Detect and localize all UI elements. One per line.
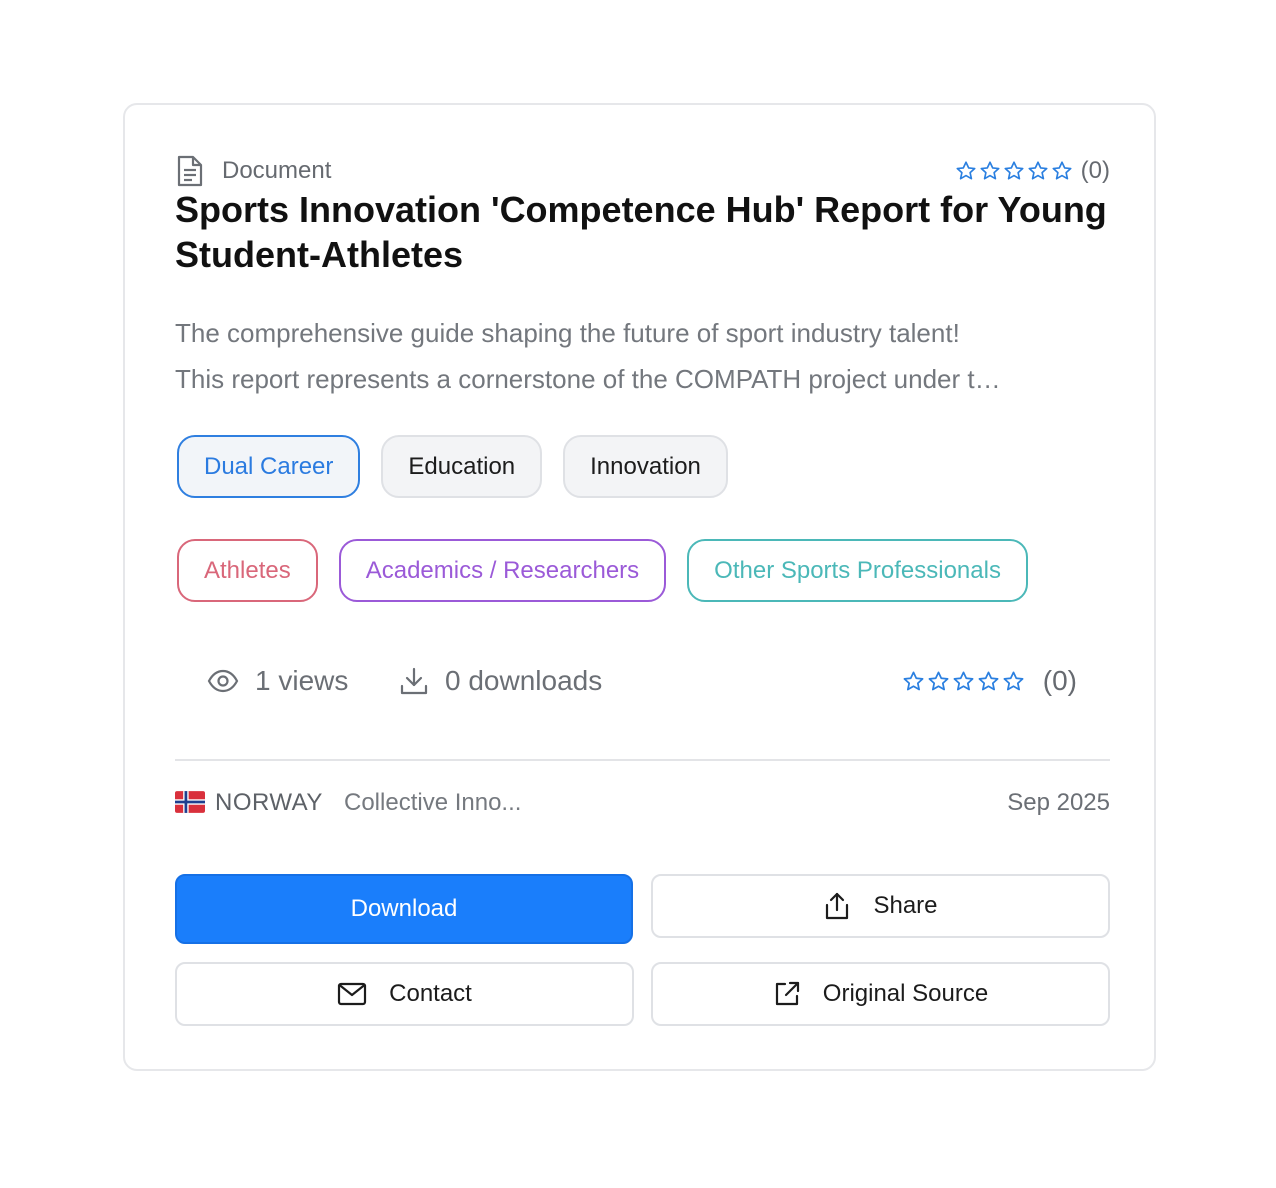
contact-button-label: Contact — [389, 980, 472, 1007]
organization-label: Collective Inno... — [344, 789, 522, 816]
norway-flag-icon — [175, 791, 205, 813]
description-line: This report represents a cornerstone of … — [175, 364, 1001, 394]
original-source-button[interactable]: Original Source — [651, 962, 1110, 1026]
views-stat: 1 views — [207, 665, 348, 697]
downloads-count: 0 downloads — [445, 665, 603, 696]
rating-count: (0) — [1080, 157, 1110, 184]
divider — [175, 759, 1110, 761]
external-link-icon — [775, 981, 799, 1006]
rating-summary[interactable]: (0) — [955, 157, 1110, 185]
star-icon[interactable] — [1051, 160, 1073, 182]
tag-other-sports-professionals[interactable]: Other Sports Professionals — [687, 539, 1028, 602]
type-row: Document (0) — [175, 153, 1110, 189]
tag-innovation[interactable]: Innovation — [563, 435, 728, 498]
tag-athletes[interactable]: Athletes — [177, 539, 318, 602]
mail-icon — [338, 982, 367, 1006]
resource-type-label: Document — [222, 157, 332, 184]
star-icon[interactable] — [1027, 160, 1049, 182]
downloads-stat: 0 downloads — [399, 665, 602, 697]
contact-button[interactable]: Contact — [175, 962, 634, 1026]
tag-education[interactable]: Education — [381, 435, 543, 498]
download-icon — [400, 667, 428, 695]
rating-count-bottom: (0) — [1042, 665, 1077, 696]
star-icon[interactable] — [977, 670, 1000, 693]
share-button-label: Share — [873, 892, 938, 919]
tag-academics-researchers[interactable]: Academics / Researchers — [338, 539, 667, 602]
tag-dual-career[interactable]: Dual Career — [177, 435, 361, 498]
resource-card: Document (0) Sports Innovation 'Competen… — [123, 103, 1156, 1071]
views-count: 1 views — [255, 665, 349, 696]
stats-row: 1 views 0 downloads (0) — [207, 665, 1077, 705]
share-button[interactable]: Share — [651, 874, 1110, 938]
audience-tags: Athletes Academics / Researchers Other S… — [177, 539, 1028, 602]
document-icon — [177, 155, 203, 187]
resource-description: The comprehensive guide shaping the futu… — [175, 310, 1110, 402]
publish-date: Sep 2025 — [1007, 789, 1110, 816]
eye-icon — [207, 669, 239, 693]
star-icon[interactable] — [952, 670, 975, 693]
star-icon[interactable] — [927, 670, 950, 693]
download-button-label: Download — [350, 895, 458, 922]
rating-stars[interactable] — [955, 160, 1073, 182]
resource-title[interactable]: Sports Innovation 'Competence Hub' Repor… — [175, 187, 1110, 277]
rating-widget[interactable]: (0) — [902, 665, 1077, 697]
country-label: NORWAY — [215, 789, 323, 816]
download-button[interactable]: Download — [175, 874, 633, 944]
category-tags: Dual Career Education Innovation — [177, 435, 728, 498]
star-icon[interactable] — [902, 670, 925, 693]
star-icon[interactable] — [979, 160, 1001, 182]
original-source-button-label: Original Source — [822, 980, 989, 1007]
description-line: The comprehensive guide shaping the futu… — [175, 318, 960, 348]
share-icon — [826, 892, 849, 920]
rating-stars-bottom[interactable] — [902, 670, 1025, 693]
meta-row: NORWAY Collective Inno... Sep 2025 — [175, 787, 1110, 823]
star-icon[interactable] — [1002, 670, 1025, 693]
star-icon[interactable] — [955, 160, 977, 182]
star-icon[interactable] — [1003, 160, 1025, 182]
